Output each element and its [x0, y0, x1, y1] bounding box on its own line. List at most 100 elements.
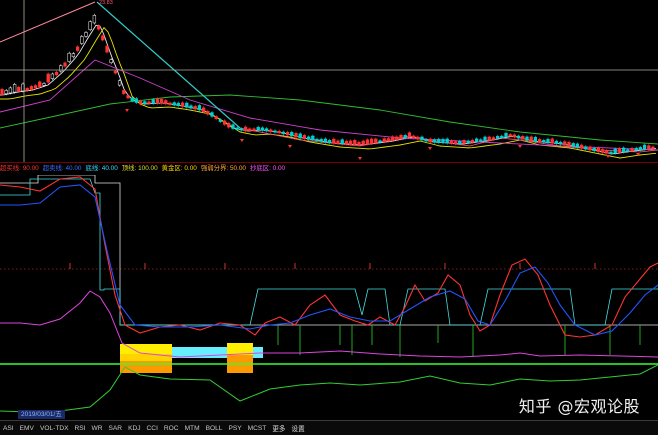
- candle-body: [46, 73, 50, 83]
- tab-4[interactable]: WR: [89, 425, 106, 432]
- candle-body: [605, 150, 609, 154]
- candle-body: [571, 143, 575, 147]
- candle-body: [542, 139, 546, 143]
- indicator-param-0: 超买线: 90.00: [0, 165, 39, 172]
- tab-11[interactable]: PSY: [225, 425, 244, 432]
- trendline-falling: [96, 1, 241, 129]
- tab-10[interactable]: BOLL: [203, 425, 226, 432]
- candle-body: [264, 128, 269, 132]
- tab-14[interactable]: 设置: [289, 423, 308, 433]
- candle-body: [193, 105, 197, 110]
- candle-body: [411, 135, 416, 139]
- tab-2[interactable]: VOL-TDX: [37, 425, 72, 432]
- candle-body: [281, 131, 286, 135]
- candle-body: [151, 99, 155, 104]
- candle-body: [369, 138, 374, 144]
- candle-body: [332, 138, 336, 144]
- watermark: 知乎 @宏观论股: [518, 397, 640, 416]
- candle-body: [600, 149, 605, 153]
- indicator-line-red: [0, 176, 658, 338]
- candle-body: [403, 135, 407, 139]
- selected-date-label: 2019/03/01/五: [18, 410, 65, 419]
- candle-body: [416, 136, 420, 140]
- ma-line-white: [0, 24, 657, 155]
- candle-body: [336, 140, 340, 144]
- indicator-param-6: 抄底区: 0.00: [249, 165, 286, 172]
- candlestick-chart[interactable]: 23.83: [0, 0, 658, 162]
- candle-body: [382, 138, 386, 143]
- candle-body: [386, 138, 391, 142]
- candle-body: [0, 88, 4, 95]
- indicator-chart[interactable]: [0, 175, 658, 419]
- tab-3[interactable]: RSI: [72, 425, 89, 432]
- candle-body: [353, 140, 357, 145]
- candle-body: [474, 138, 479, 143]
- candle-body: [180, 102, 185, 107]
- candle-body: [25, 88, 29, 91]
- ma-line-green: [0, 94, 658, 145]
- candle-body: [38, 81, 42, 87]
- signal-marker: [518, 145, 522, 148]
- candle-body: [626, 149, 630, 152]
- candle-body: [407, 132, 412, 138]
- candle-body: [395, 136, 399, 140]
- candle-body: [651, 146, 655, 149]
- tab-8[interactable]: ROC: [161, 425, 182, 432]
- candle-body: [235, 127, 239, 130]
- tab-1[interactable]: EMV: [17, 425, 37, 432]
- tab-12[interactable]: MCST: [245, 425, 270, 432]
- candle-body: [67, 52, 71, 62]
- candle-body: [172, 102, 176, 106]
- candle-body: [231, 124, 235, 129]
- indicator-param-4: 黄金区: 0.00: [161, 165, 197, 172]
- candle-body: [588, 146, 592, 151]
- candle-body: [466, 140, 470, 144]
- candle-body: [143, 101, 147, 105]
- candle-body: [596, 147, 601, 152]
- candle-body: [147, 101, 151, 104]
- candle-body: [222, 120, 227, 125]
- candle-body: [138, 100, 143, 105]
- candle-body: [613, 148, 617, 154]
- tab-0[interactable]: ASI: [0, 425, 17, 432]
- candle-body: [298, 133, 302, 139]
- candle-body: [621, 147, 626, 153]
- candle-body: [365, 139, 370, 145]
- candle-body: [546, 138, 550, 144]
- candle-body: [227, 122, 231, 128]
- signal-block-yellow: [120, 344, 172, 354]
- candle-body: [54, 71, 59, 76]
- tab-6[interactable]: KDJ: [125, 425, 143, 432]
- candle-body: [458, 140, 462, 145]
- candle-body: [277, 130, 281, 134]
- candle-body: [252, 128, 256, 131]
- tab-7[interactable]: CCI: [144, 425, 161, 432]
- tab-13[interactable]: 更多: [269, 423, 288, 433]
- indicator-tab-bar: ASI EMV VOL-TDX RSI WR SAR KDJ CCI ROC MTM BOLL PSY…: [0, 420, 658, 435]
- ma-line-magenta: [0, 59, 658, 151]
- candle-body: [239, 128, 244, 131]
- candle-body: [273, 130, 277, 133]
- indicator-param-3: 顶线: 100.00: [121, 165, 158, 172]
- candle-body: [33, 85, 38, 89]
- candle-body: [647, 145, 651, 150]
- candle-body: [269, 129, 273, 132]
- candle-body: [479, 139, 483, 142]
- candle-body: [445, 138, 449, 144]
- signal-block-cyan-2: [212, 347, 227, 358]
- candle-body: [491, 137, 496, 140]
- candle-body: [642, 144, 647, 150]
- tab-5[interactable]: SAR: [106, 425, 126, 432]
- candle-body: [584, 146, 588, 150]
- candle-body: [63, 62, 67, 67]
- candle-body: [109, 59, 113, 64]
- candle-body: [168, 102, 172, 105]
- tab-9[interactable]: MTM: [182, 425, 203, 432]
- candle-body: [508, 134, 512, 137]
- candle-body: [319, 138, 323, 142]
- candle-body: [390, 136, 395, 141]
- candle-body: [500, 135, 504, 138]
- candle-body: [550, 138, 554, 144]
- candle-body: [495, 136, 500, 139]
- candle-body: [525, 136, 529, 141]
